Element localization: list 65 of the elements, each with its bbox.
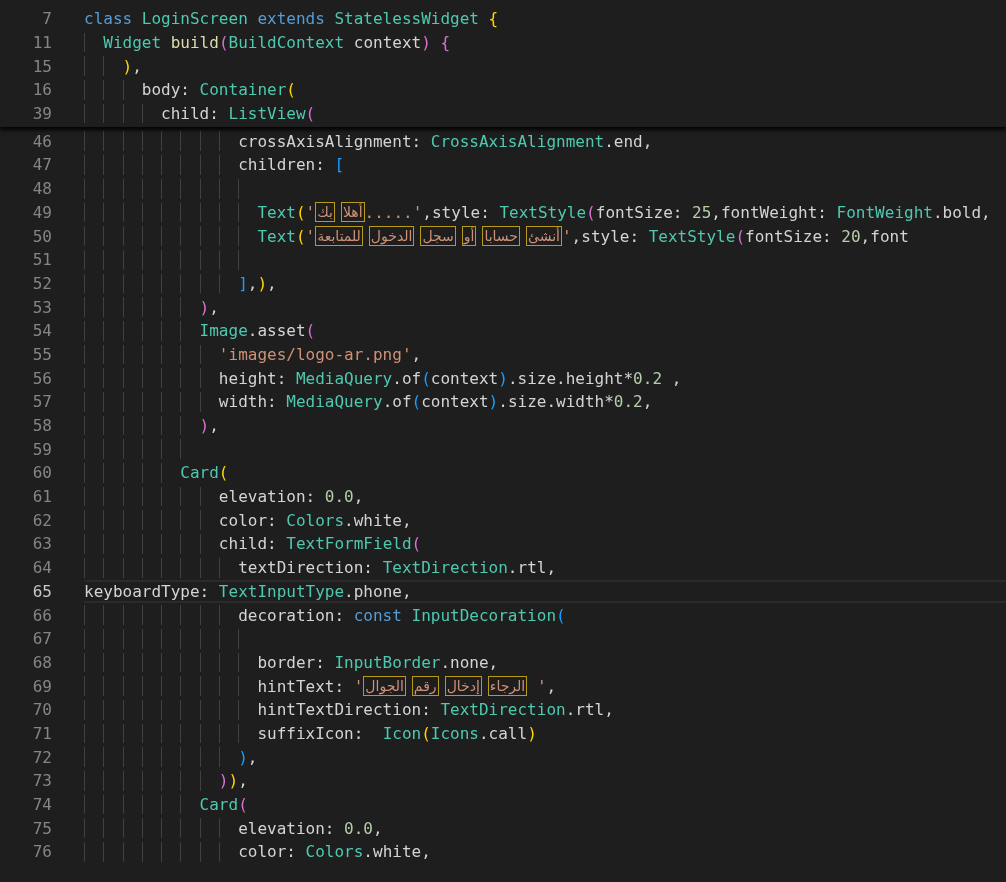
line-number: 54 xyxy=(31,321,52,341)
code-line: decoration: const InputDecoration( xyxy=(84,603,1006,627)
line-number: 57 xyxy=(31,392,52,412)
code-line: child: ListView( xyxy=(84,101,1006,126)
code-line: class LoginScreen extends StatelessWidget { xyxy=(84,8,500,31)
line-number: 56 xyxy=(31,368,52,388)
line-number: 65 xyxy=(31,581,52,601)
line-number: 53 xyxy=(31,297,52,317)
line-number: 55 xyxy=(31,344,52,364)
code-line: ), xyxy=(84,54,1006,79)
code-line: color: Colors.white, xyxy=(84,508,1006,533)
code-line: body: Container( xyxy=(84,78,1006,102)
line-number: 59 xyxy=(31,439,52,459)
line-number: 66 xyxy=(31,605,52,625)
line-number: 69 xyxy=(31,676,52,696)
line-number: 51 xyxy=(31,250,52,270)
line-number: 15 xyxy=(31,56,52,76)
code-line: elevation: 0.0, xyxy=(84,484,1006,509)
code-line: ), xyxy=(84,413,1006,438)
code-line: width: MediaQuery.of(context).size.width*0.2, xyxy=(84,390,1006,414)
code-line: Card( xyxy=(84,792,1006,817)
line-number: 58 xyxy=(31,416,52,436)
line-number: 76 xyxy=(31,842,52,862)
code-line: hintTextDirection: TextDirection.rtl, xyxy=(84,697,1006,722)
line-number: 16 xyxy=(31,80,52,100)
line-number: 72 xyxy=(31,747,52,767)
line-number: 64 xyxy=(31,558,52,578)
line-number: 7 xyxy=(41,9,52,29)
code-line: children: [ xyxy=(84,153,1006,177)
code-line: ],), xyxy=(84,271,1006,296)
line-number: 71 xyxy=(31,723,52,743)
code-line: color: Colors.white, xyxy=(84,840,1006,864)
line-number: 47 xyxy=(31,155,52,175)
code-line: crossAxisAlignment: CrossAxisAlignment.end, xyxy=(84,129,1006,154)
line-number: 74 xyxy=(31,795,52,815)
line-number: 50 xyxy=(31,226,52,246)
code-line: ), xyxy=(84,295,1006,319)
code-line: border: InputBorder.none, xyxy=(84,650,1006,675)
line-number: 39 xyxy=(31,104,52,124)
code-line: textDirection: TextDirection.rtl, xyxy=(84,555,1006,580)
code-line: 'images/logo-ar.png', xyxy=(84,342,1006,367)
line-number: 49 xyxy=(31,202,52,222)
line-number: 52 xyxy=(31,273,52,293)
line-number: 68 xyxy=(31,652,52,672)
code-line: elevation: 0.0, xyxy=(84,816,1006,841)
line-number: 61 xyxy=(31,487,52,507)
code-line: ), xyxy=(84,745,1006,769)
code-line: child: TextFormField( xyxy=(84,532,1006,556)
line-number: 60 xyxy=(31,463,52,483)
code-line: height: MediaQuery.of(context).size.height*0.2 , xyxy=(84,366,1006,390)
line-number: 11 xyxy=(31,33,52,53)
code-line: keyboardType: TextInputType.phone, xyxy=(84,579,1006,604)
line-number: 62 xyxy=(31,510,52,530)
line-number: 46 xyxy=(31,131,52,151)
code-line: Card( xyxy=(84,461,1006,485)
code-line: Widget build(BuildContext context) { xyxy=(84,30,1006,55)
code-line: Image.asset( xyxy=(84,318,1006,343)
line-number: 75 xyxy=(31,818,52,838)
line-number: 48 xyxy=(31,179,52,199)
line-number: 70 xyxy=(31,700,52,720)
code-line: suffixIcon: Icon(Icons.call) xyxy=(84,721,1006,746)
code-line: )), xyxy=(84,769,1006,793)
line-number: 63 xyxy=(31,534,52,554)
line-number: 73 xyxy=(31,771,52,791)
line-number: 67 xyxy=(31,629,52,649)
